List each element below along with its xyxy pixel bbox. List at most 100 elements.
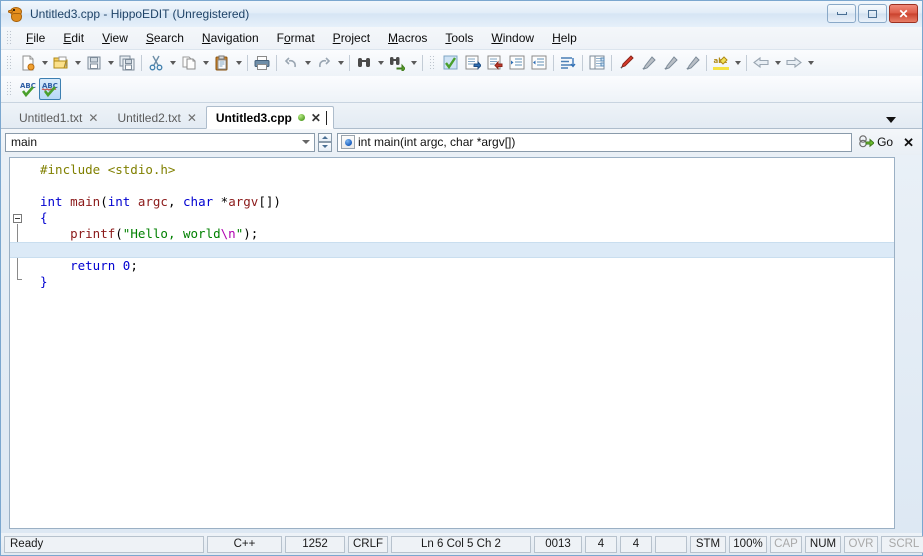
menu-project[interactable]: Project [324,28,379,48]
spell-toolbar-grip[interactable] [6,81,13,97]
save-dropdown[interactable] [105,52,116,74]
status-number-2: 4 [620,535,652,553]
marker-button[interactable] [615,52,637,74]
menu-search[interactable]: Search [137,28,193,48]
highlight2-button[interactable] [659,52,681,74]
chevron-down-icon[interactable] [297,134,314,151]
status-language[interactable]: C++ [207,535,282,553]
open-file-button[interactable] [50,52,72,74]
code-lines[interactable]: #include <stdio.h> int main(int argc, ch… [10,158,894,528]
fold-margin[interactable] [10,158,26,528]
status-selection-mode[interactable]: STM [690,535,726,553]
toolbar-separator-5 [422,55,423,71]
cut-button[interactable] [145,52,167,74]
go-button[interactable]: Go [858,134,895,150]
prev-bookmark-button[interactable] [484,52,506,74]
forward-dropdown[interactable] [805,52,816,74]
status-zoom[interactable]: 100% [729,535,767,553]
status-caps-lock: CAP [770,535,802,553]
undo-button[interactable] [280,52,302,74]
maximize-button[interactable] [858,4,887,23]
menu-format[interactable]: Format [268,28,324,48]
code-editor[interactable]: #include <stdio.h> int main(int argc, ch… [9,157,895,529]
redo-dropdown[interactable] [335,52,346,74]
spell-check-button[interactable]: ABC [17,78,39,100]
highlight1-button[interactable] [637,52,659,74]
menu-edit[interactable]: Edit [54,28,93,48]
spinner-down-icon[interactable] [318,142,332,152]
spell-highlight-dropdown[interactable] [732,52,743,74]
find-dropdown[interactable] [375,52,386,74]
tab-close-icon[interactable]: ✕ [187,112,197,124]
forward-button[interactable] [783,52,805,74]
undo-dropdown[interactable] [302,52,313,74]
paste-button[interactable] [211,52,233,74]
chevron-down-icon[interactable] [886,117,896,123]
new-file-button[interactable] [17,52,39,74]
tab-untitled2[interactable]: Untitled2.txt ✕ [107,107,203,128]
spell-highlight-button[interactable]: abc [710,52,732,74]
status-ready: Ready [4,535,204,553]
toolbar-separator-9 [706,55,707,71]
status-codepage[interactable]: 1252 [285,535,345,553]
toggle-bookmark-button[interactable] [440,52,462,74]
highlight3-button[interactable] [681,52,703,74]
status-eol[interactable]: CRLF [348,535,388,553]
tab-untitled3[interactable]: Untitled3.cpp ✕ [205,106,334,129]
toolbar-grip-2[interactable] [429,55,436,71]
svg-text:ABC: ABC [20,82,36,90]
scope-combo[interactable]: main [5,132,315,152]
function-combo[interactable]: int main(int argc, char *argv[]) [337,132,853,152]
redo-button[interactable] [313,52,335,74]
menu-grip[interactable] [6,30,13,46]
menu-macros[interactable]: Macros [379,28,436,48]
spinner-up-icon[interactable] [318,132,332,142]
maximize-icon [868,9,877,18]
tab-close-icon[interactable]: ✕ [88,112,98,124]
status-num-lock: NUM [805,535,841,553]
save-button[interactable] [83,52,105,74]
new-file-dropdown[interactable] [39,52,50,74]
toolbar-separator-7 [582,55,583,71]
menu-bar: File Edit View Search Navigation Format … [1,27,922,50]
indent-button[interactable] [506,52,528,74]
outdent-button[interactable] [528,52,550,74]
menu-view[interactable]: View [93,28,137,48]
status-blank [655,535,687,553]
code-line-7: return 0; [70,258,138,273]
menu-navigation[interactable]: Navigation [193,28,268,48]
paste-dropdown[interactable] [233,52,244,74]
tab-untitled1[interactable]: Untitled1.txt ✕ [9,107,105,128]
toolbar-grip[interactable] [6,55,13,71]
menu-window[interactable]: Window [482,28,543,48]
minimize-icon [836,12,847,15]
replace-button[interactable] [386,52,408,74]
back-button[interactable] [750,52,772,74]
back-dropdown[interactable] [772,52,783,74]
menu-file[interactable]: File [17,28,54,48]
status-bar: Ready C++ 1252 CRLF Ln 6 Col 5 Ch 2 0013… [1,533,923,555]
find-button[interactable] [353,52,375,74]
properties-button[interactable] [586,52,608,74]
toolbar-separator-6 [553,55,554,71]
fold-collapse-icon[interactable] [13,214,22,223]
print-button[interactable] [251,52,273,74]
scope-spinner[interactable] [318,132,332,152]
replace-dropdown[interactable] [408,52,419,74]
copy-dropdown[interactable] [200,52,211,74]
minimize-button[interactable] [827,4,856,23]
save-all-button[interactable] [116,52,138,74]
cut-dropdown[interactable] [167,52,178,74]
tab-close-icon[interactable]: ✕ [311,112,321,124]
copy-button[interactable] [178,52,200,74]
close-button[interactable]: ✕ [889,4,918,23]
sort-lines-button[interactable] [557,52,579,74]
menu-tools[interactable]: Tools [436,28,482,48]
open-file-dropdown[interactable] [72,52,83,74]
menu-help[interactable]: Help [543,28,586,48]
spell-check-as-you-type-button[interactable]: ABC [39,78,61,100]
navbar-close-icon[interactable]: ✕ [903,136,914,149]
next-bookmark-button[interactable] [462,52,484,74]
main-toolbar: abc [1,50,922,76]
